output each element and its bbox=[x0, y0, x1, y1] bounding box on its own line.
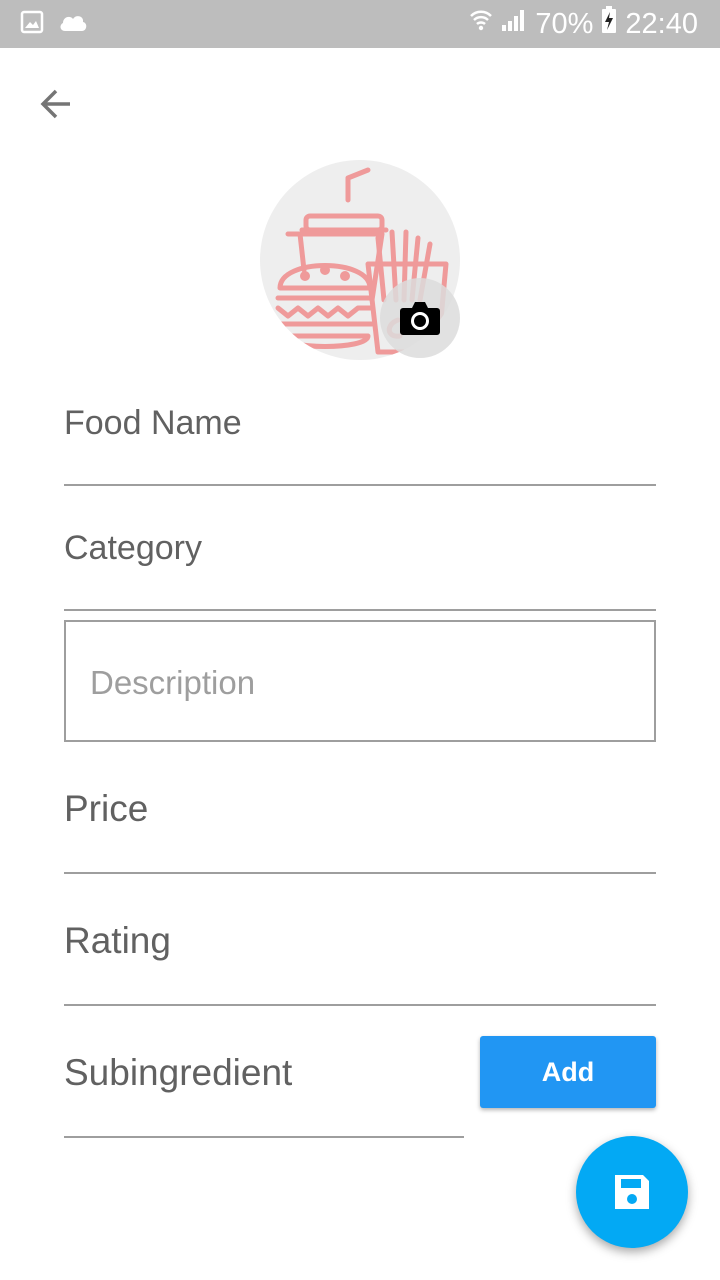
food-name-underline bbox=[64, 484, 656, 486]
camera-button[interactable] bbox=[380, 278, 460, 358]
food-name-field[interactable]: Food Name bbox=[64, 398, 656, 488]
status-bar: 70% 22:40 bbox=[0, 0, 720, 48]
image-icon bbox=[20, 10, 44, 39]
subingredient-field[interactable]: Subingredient bbox=[64, 1050, 464, 1140]
signal-icon bbox=[501, 7, 527, 41]
price-field[interactable]: Price bbox=[64, 786, 656, 876]
food-name-label: Food Name bbox=[64, 404, 242, 442]
battery-charging-icon bbox=[601, 6, 617, 42]
save-button[interactable] bbox=[576, 1136, 688, 1248]
cloud-icon bbox=[58, 11, 88, 38]
description-input[interactable]: Description bbox=[64, 620, 656, 742]
subingredient-label: Subingredient bbox=[64, 1052, 293, 1093]
category-field[interactable]: Category bbox=[64, 522, 656, 612]
arrow-back-icon bbox=[40, 89, 70, 119]
rating-label: Rating bbox=[64, 920, 171, 961]
camera-icon bbox=[400, 302, 440, 335]
food-image-picker[interactable] bbox=[260, 160, 460, 360]
category-label: Category bbox=[64, 529, 202, 567]
rating-underline bbox=[64, 1004, 656, 1006]
add-button-label: Add bbox=[541, 1056, 595, 1087]
rating-field[interactable]: Rating bbox=[64, 918, 656, 1008]
back-button[interactable] bbox=[34, 82, 78, 126]
clock: 22:40 bbox=[625, 7, 698, 40]
category-underline bbox=[64, 609, 656, 611]
add-subingredient-button[interactable]: Add bbox=[480, 1036, 656, 1108]
wifi-icon bbox=[469, 7, 493, 41]
price-label: Price bbox=[64, 788, 149, 829]
save-icon bbox=[615, 1175, 649, 1209]
subingredient-underline bbox=[64, 1136, 464, 1138]
price-underline bbox=[64, 872, 656, 874]
battery-percent: 70% bbox=[535, 7, 594, 40]
description-placeholder: Description bbox=[90, 664, 256, 701]
